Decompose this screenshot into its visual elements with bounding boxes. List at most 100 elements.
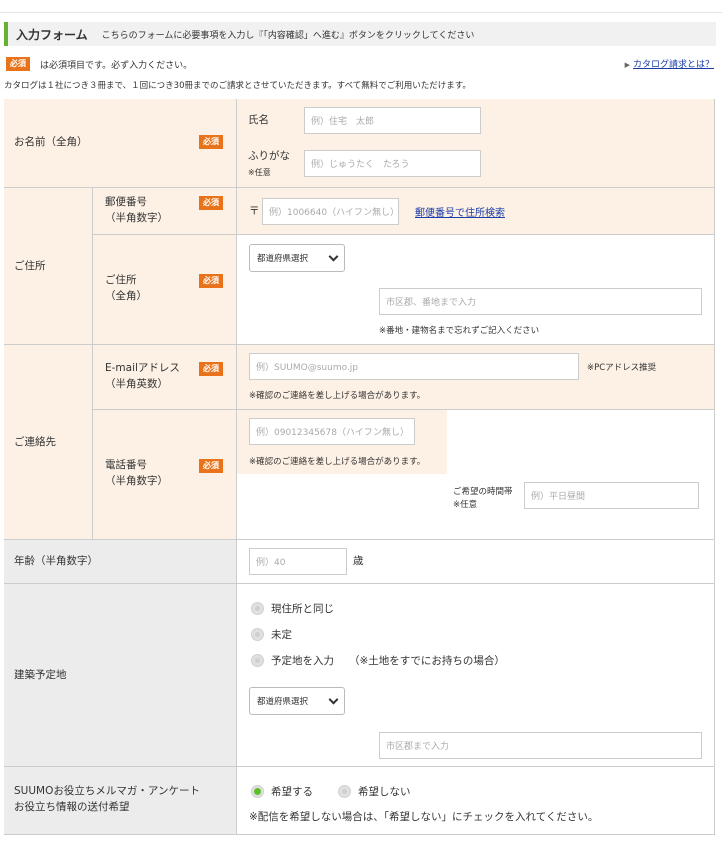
name-field-cell: 氏名 例）住宅 太郎 ふりがな ※任意 例）じゅうたく たろう bbox=[237, 99, 715, 188]
postal-code-input[interactable]: 例）1006640（ハイフン無し） bbox=[262, 198, 399, 225]
required-badge: 必須 bbox=[199, 362, 223, 376]
top-divider bbox=[0, 12, 722, 13]
site-prefecture-value: 都道府県選択 bbox=[257, 697, 309, 707]
required-badge: 必須 bbox=[199, 459, 223, 473]
age-label-cell: 年齢（半角数字） bbox=[4, 540, 237, 584]
radio-enter-site-label: 予定地を入力 bbox=[271, 655, 334, 667]
address-sub-label-cell: ご住所 （全角） 必須 bbox=[93, 235, 237, 345]
triangle-right-icon: ▶ bbox=[624, 61, 630, 69]
form-title: 入力フォーム bbox=[16, 27, 88, 42]
radio-undecided[interactable] bbox=[251, 628, 264, 641]
age-field-cell: 例）40 歳 bbox=[237, 540, 715, 584]
form-header: 入力フォーム こちらのフォームに必要事項を入力し『「内容確認」へ進む』ボタンをク… bbox=[4, 22, 716, 46]
postal-input-placeholder: 例）1006640（ハイフン無し） bbox=[269, 208, 400, 218]
time-label: ご希望の時間帯 bbox=[453, 487, 513, 497]
required-note: 必須 は必須項目です。必ず入力ください。 bbox=[6, 57, 192, 71]
site-prefecture-select[interactable]: 都道府県選択 bbox=[249, 687, 345, 715]
phone-input-placeholder: 例）09012345678（ハイフン無し） bbox=[256, 428, 409, 438]
catalog-note: カタログは１社につき３冊まで、１回につき30冊までのご請求とさせていただきます。… bbox=[4, 81, 471, 91]
name-label: 氏名 bbox=[248, 114, 269, 126]
radio-same-address-label: 現住所と同じ bbox=[271, 603, 334, 615]
furigana-optional: ※任意 bbox=[248, 168, 271, 177]
chevron-down-icon bbox=[328, 694, 339, 705]
radio-mail-no-label: 希望しない bbox=[358, 786, 411, 798]
preferred-time-input[interactable]: 例）平日昼間 bbox=[524, 482, 699, 509]
age-input[interactable]: 例）40 bbox=[249, 548, 347, 575]
name-section-label: お名前（全角） bbox=[14, 136, 88, 148]
radio-enter-site[interactable] bbox=[251, 654, 264, 667]
mail-label-cell: SUUMOお役立ちメルマガ・アンケート お役立ち情報の送付希望 bbox=[4, 767, 237, 835]
required-badge: 必須 bbox=[199, 274, 223, 288]
radio-dot bbox=[255, 658, 260, 663]
radio-dot bbox=[342, 789, 347, 794]
radio-undecided-label: 未定 bbox=[271, 629, 292, 641]
site-label: 建築予定地 bbox=[14, 669, 67, 681]
site-city-placeholder: 市区郡まで入力 bbox=[386, 742, 450, 752]
postal-search-link[interactable]: 郵便番号で住所検索 bbox=[415, 204, 505, 219]
postal-label-cell: 郵便番号 （半角数字） 必須 bbox=[93, 188, 237, 235]
address-note: ※番地・建物名まで忘れずご記入ください bbox=[379, 326, 540, 336]
prefecture-select-value: 都道府県選択 bbox=[257, 254, 309, 264]
radio-dot bbox=[254, 788, 261, 795]
contact-section-label: ご連絡先 bbox=[14, 436, 56, 448]
form-description: こちらのフォームに必要事項を入力し『「内容確認」へ進む』ボタンをクリックしてくだ… bbox=[101, 30, 475, 41]
time-input-placeholder: 例）平日昼間 bbox=[531, 492, 586, 502]
address-label: ご住所 bbox=[105, 274, 137, 286]
mail-note: ※配信を希望しない場合は、「希望しない」にチェックを入れてください。 bbox=[249, 811, 599, 823]
furigana-input[interactable]: 例）じゅうたく たろう bbox=[304, 150, 481, 177]
radio-mail-no[interactable] bbox=[338, 785, 351, 798]
city-input-placeholder: 市区郡、番地まで入力 bbox=[386, 298, 477, 308]
phone-label: 電話番号 bbox=[105, 459, 147, 471]
prefecture-select[interactable]: 都道府県選択 bbox=[249, 244, 345, 272]
catalog-info-link-text: カタログ請求とは？ bbox=[632, 60, 714, 70]
name-label-cell: お名前（全角） 必須 bbox=[4, 99, 237, 188]
age-label: 年齢（半角数字） bbox=[14, 555, 98, 567]
postal-field-cell: 〒 例）1006640（ハイフン無し） 郵便番号で住所検索 bbox=[237, 188, 715, 235]
radio-mail-yes[interactable] bbox=[251, 785, 264, 798]
age-unit: 歳 bbox=[353, 555, 364, 567]
phone-label-cell: 電話番号 （半角数字） 必須 bbox=[93, 410, 237, 540]
email-input[interactable]: 例）SUUMO@suumo.jp bbox=[249, 353, 579, 380]
radio-dot bbox=[255, 606, 260, 611]
address-sub-label: （全角） bbox=[105, 290, 147, 302]
phone-note: ※確認のご連絡を差し上げる場合があります。 bbox=[249, 457, 426, 467]
postal-sub-label: （半角数字） bbox=[105, 212, 168, 224]
name-input-placeholder: 例）住宅 太郎 bbox=[311, 117, 375, 127]
email-note: ※確認のご連絡を差し上げる場合があります。 bbox=[249, 391, 426, 401]
furigana-label: ふりがな bbox=[248, 150, 290, 162]
mail-label-line2: お役立ち情報の送付希望 bbox=[14, 801, 130, 813]
address-label-cell: ご住所 bbox=[4, 188, 93, 345]
catalog-info-link[interactable]: ▶ カタログ請求とは？ bbox=[625, 57, 714, 70]
furigana-input-placeholder: 例）じゅうたく たろう bbox=[311, 160, 410, 170]
radio-same-address[interactable] bbox=[251, 602, 264, 615]
radio-mail-yes-label: 希望する bbox=[271, 786, 313, 798]
radio-dot bbox=[255, 632, 260, 637]
phone-sub-label: （半角数字） bbox=[105, 475, 168, 487]
email-input-placeholder: 例）SUUMO@suumo.jp bbox=[256, 363, 359, 373]
postal-label: 郵便番号 bbox=[105, 196, 147, 208]
mail-field-cell: 希望する 希望しない ※配信を希望しない場合は、「希望しない」にチェックを入れて… bbox=[237, 767, 715, 835]
chevron-down-icon bbox=[328, 251, 339, 262]
site-city-input[interactable]: 市区郡まで入力 bbox=[379, 732, 702, 759]
phone-input[interactable]: 例）09012345678（ハイフン無し） bbox=[249, 418, 415, 445]
address-field-cell: 都道府県選択 市区郡、番地まで入力 ※番地・建物名まで忘れずご記入ください bbox=[237, 235, 715, 345]
required-badge: 必須 bbox=[6, 57, 30, 71]
site-label-cell: 建築予定地 bbox=[4, 584, 237, 767]
site-field-cell: 現住所と同じ 未定 予定地を入力 （※土地をすでにお持ちの場合） 都道府県選択 … bbox=[237, 584, 715, 767]
address-section-label: ご住所 bbox=[14, 260, 46, 272]
required-note-text: は必須項目です。必ず入力ください。 bbox=[40, 60, 193, 71]
radio-enter-site-note: （※土地をすでにお持ちの場合） bbox=[349, 655, 505, 667]
email-label-cell: E-mailアドレス （半角英数） 必須 bbox=[93, 345, 237, 410]
mail-label-line1: SUUMOお役立ちメルマガ・アンケート bbox=[14, 785, 200, 797]
email-sub-label: （半角英数） bbox=[105, 378, 168, 390]
required-badge: 必須 bbox=[199, 196, 223, 210]
email-label: E-mailアドレス bbox=[105, 362, 180, 374]
postal-mark: 〒 bbox=[249, 205, 260, 217]
name-input[interactable]: 例）住宅 太郎 bbox=[304, 107, 481, 134]
time-optional: ※任意 bbox=[453, 500, 478, 510]
phone-field-cell: 例）09012345678（ハイフン無し） ※確認のご連絡を差し上げる場合があり… bbox=[237, 410, 715, 540]
city-address-input[interactable]: 市区郡、番地まで入力 bbox=[379, 288, 702, 315]
contact-label-cell: ご連絡先 bbox=[4, 345, 93, 540]
email-pc-note: ※PCアドレス推奨 bbox=[587, 363, 657, 373]
email-field-cell: 例）SUUMO@suumo.jp ※PCアドレス推奨 ※確認のご連絡を差し上げる… bbox=[237, 345, 715, 410]
